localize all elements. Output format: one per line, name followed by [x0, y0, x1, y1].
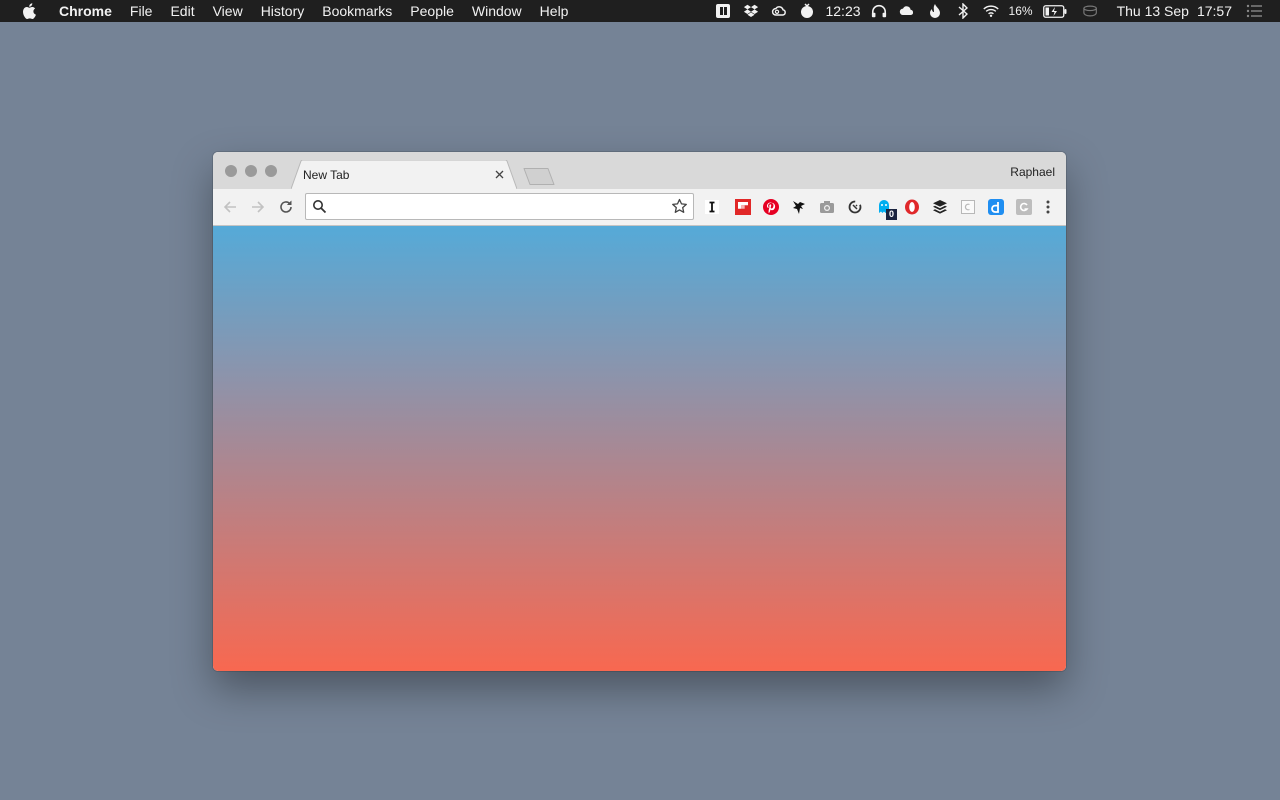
camera-extension-icon[interactable]: [818, 198, 836, 216]
arrow-right-icon: [252, 201, 265, 213]
close-icon[interactable]: [493, 168, 505, 180]
menu-people[interactable]: People: [401, 0, 463, 22]
back-button[interactable]: [221, 198, 239, 216]
window-zoom-button[interactable]: [265, 165, 277, 177]
tomato-timer-icon[interactable]: [799, 3, 815, 19]
reload-button[interactable]: [277, 198, 295, 216]
forward-button[interactable]: [249, 198, 267, 216]
menu-file[interactable]: File: [121, 0, 162, 22]
dashlane-extension-icon[interactable]: [987, 198, 1005, 216]
timer-readout[interactable]: 12:23: [825, 3, 860, 19]
more-menu-icon[interactable]: [1039, 198, 1057, 216]
address-input[interactable]: [332, 197, 662, 216]
menu-view[interactable]: View: [204, 0, 252, 22]
dropbox-icon[interactable]: [743, 3, 759, 19]
browser-window: New Tab Raphael 0: [213, 152, 1066, 671]
notification-center-icon[interactable]: [1246, 3, 1262, 19]
coffee-cup-icon[interactable]: [1082, 3, 1099, 19]
flame-icon[interactable]: [927, 3, 943, 19]
menu-bar: Chrome File Edit View History Bookmarks …: [0, 0, 1280, 22]
creative-cloud-icon[interactable]: [771, 3, 787, 19]
battery-percent[interactable]: 16%: [1009, 4, 1033, 18]
ghostery-badge: 0: [886, 209, 897, 220]
browser-toolbar: 0: [213, 189, 1066, 226]
opera-extension-icon[interactable]: [903, 198, 921, 216]
menu-edit[interactable]: Edit: [161, 0, 203, 22]
new-tab-button[interactable]: [521, 167, 557, 186]
menu-help[interactable]: Help: [531, 0, 578, 22]
battery-icon[interactable]: [1042, 3, 1067, 19]
sync-extension-icon[interactable]: [846, 198, 864, 216]
grammar-extension-icon[interactable]: [1015, 198, 1033, 216]
headphones-icon[interactable]: [871, 3, 887, 19]
window-minimize-button[interactable]: [245, 165, 257, 177]
ghostery-extension-icon[interactable]: 0: [875, 198, 897, 220]
feedly-bird-extension-icon[interactable]: [790, 198, 808, 216]
bookmark-star-icon[interactable]: [671, 198, 688, 215]
date-readout[interactable]: Thu 13 Sep: [1117, 3, 1189, 19]
flipboard-extension-icon[interactable]: [734, 198, 752, 216]
menu-bookmarks[interactable]: Bookmarks: [313, 0, 401, 22]
page-extension-icon[interactable]: [959, 198, 977, 216]
instapaper-extension-icon[interactable]: [703, 198, 721, 216]
tab-new-tab[interactable]: New Tab: [291, 160, 517, 189]
wifi-icon[interactable]: [982, 3, 999, 19]
app-menu-chrome[interactable]: Chrome: [50, 0, 121, 22]
search-icon: [313, 200, 327, 214]
profile-name[interactable]: Raphael: [1010, 165, 1055, 179]
cloud-icon[interactable]: [899, 3, 915, 19]
pinterest-extension-icon[interactable]: [762, 198, 780, 216]
apple-menu-icon[interactable]: [18, 0, 40, 22]
clock-readout[interactable]: 17:57: [1197, 3, 1232, 19]
arrow-left-icon: [223, 201, 236, 213]
buffer-extension-icon[interactable]: [931, 198, 949, 216]
address-bar[interactable]: [305, 193, 694, 220]
reload-icon: [280, 200, 292, 213]
tab-title: New Tab: [303, 168, 350, 182]
new-tab-page-content[interactable]: [213, 226, 1066, 671]
bluetooth-icon[interactable]: [955, 3, 971, 19]
clipboard-icon[interactable]: [715, 3, 731, 19]
menu-history[interactable]: History: [252, 0, 314, 22]
window-close-button[interactable]: [225, 165, 237, 177]
menu-window[interactable]: Window: [463, 0, 531, 22]
title-bar[interactable]: New Tab Raphael: [213, 152, 1066, 189]
